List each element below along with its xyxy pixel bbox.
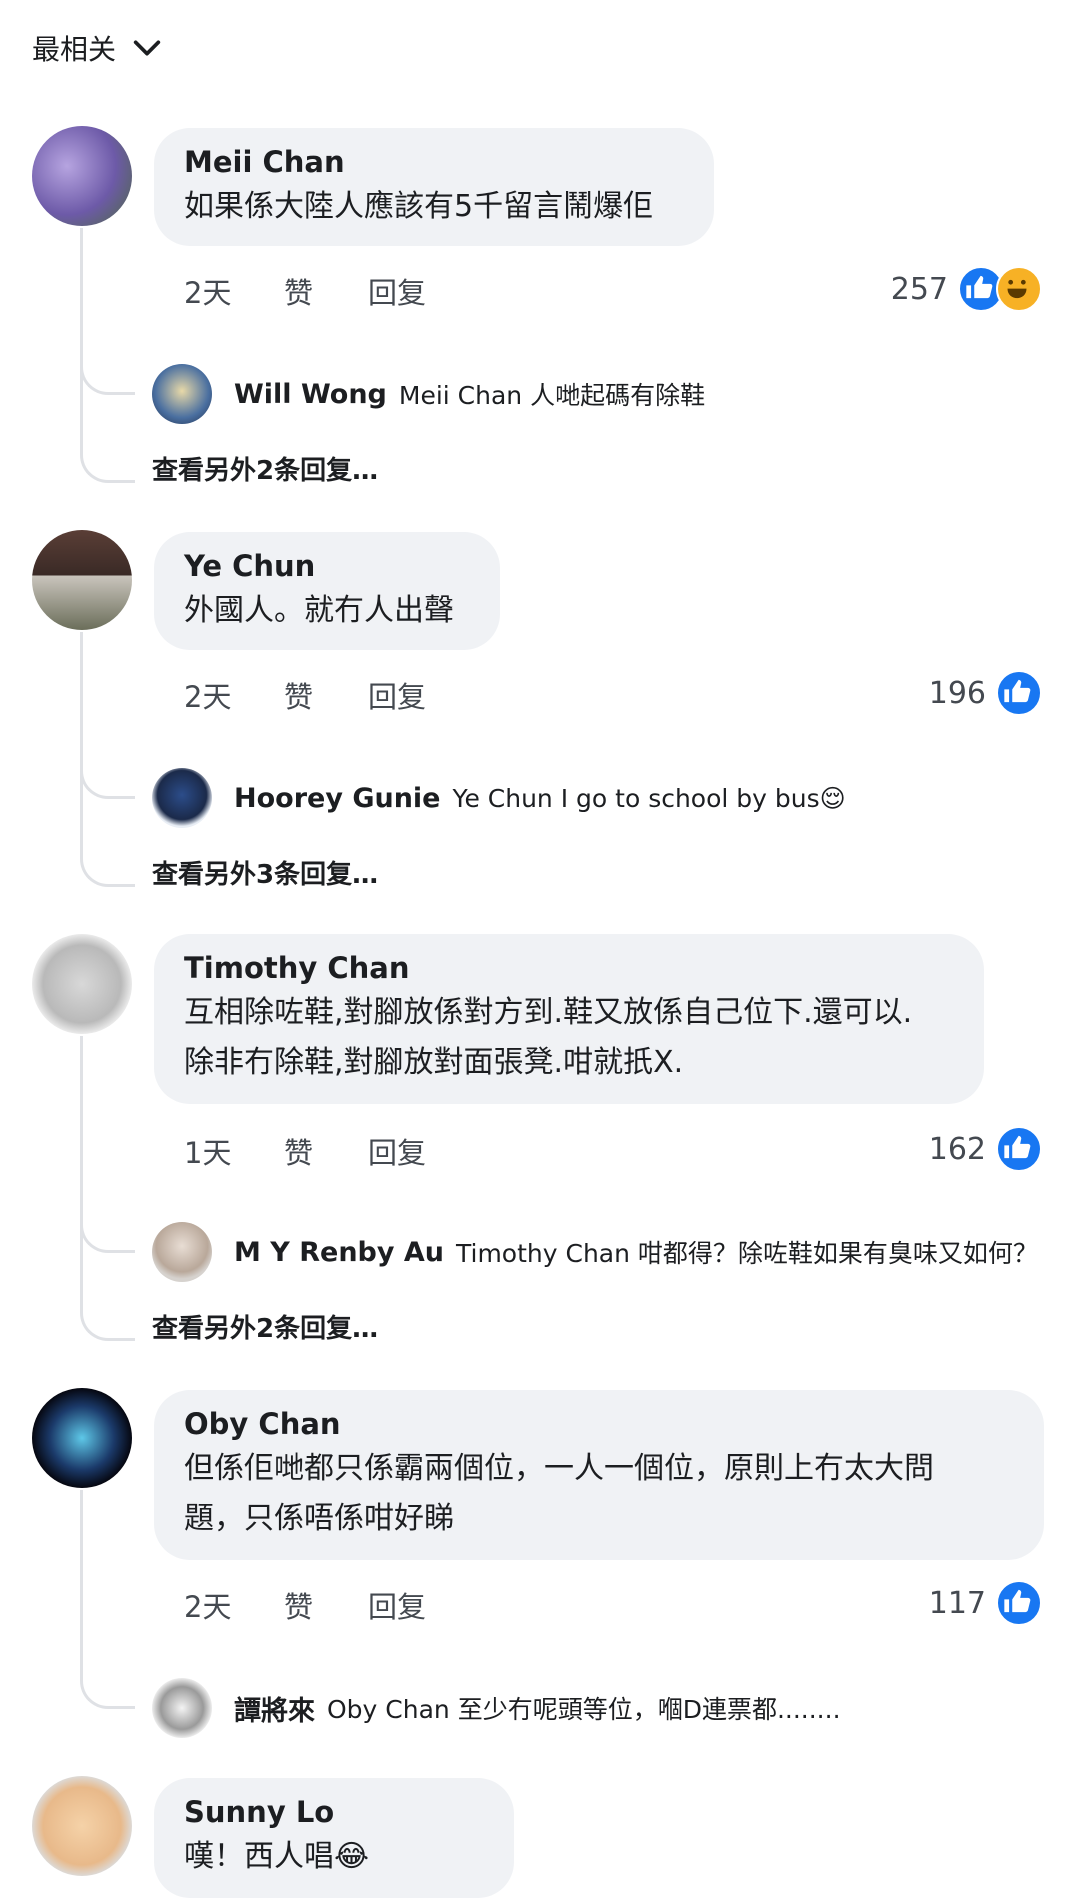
like-icon (996, 1126, 1042, 1172)
view-more-replies[interactable]: 查看另外2条回复… (152, 1308, 378, 1345)
reply-button[interactable]: 回复 (368, 1584, 426, 1626)
comment-author[interactable]: Meii Chan (184, 142, 684, 182)
reply-text: Timothy Chan 咁都得？除咗鞋如果有臭味又如何？ (456, 1239, 1038, 1268)
reply-connector (80, 1220, 135, 1253)
reply-connector (80, 1676, 135, 1709)
reaction-count: 196 (928, 675, 986, 711)
comment-text-line-2: 題，只係唔係咁好睇 (184, 1501, 454, 1536)
reply-text: Meii Chan 人哋起碼有除鞋 (398, 381, 706, 410)
reaction-summary[interactable]: 196 (929, 670, 1042, 716)
reply-text: Ye Chun I go to school by bus😌 (452, 783, 846, 813)
reply-text: Oby Chan 至少冇呢頭等位，嗰D連票都........ (327, 1695, 841, 1724)
reply-button[interactable]: 回复 (368, 270, 426, 312)
like-button[interactable]: 赞 (284, 674, 368, 716)
reply-button[interactable]: 回复 (368, 674, 426, 716)
comment-actions: 1天 赞 回复 (184, 1130, 426, 1172)
reply-avatar[interactable] (152, 768, 212, 828)
reaction-count: 162 (928, 1131, 986, 1167)
comment-author[interactable]: Sunny Lo (184, 1792, 484, 1832)
more-connector (80, 834, 135, 887)
reply-author[interactable]: Hoorey Gunie (234, 783, 441, 814)
comment-bubble: Oby Chan 但係佢哋都只係霸兩個位，一人一個位，原則上冇太大問 題，只係唔… (154, 1390, 1044, 1560)
reply-button[interactable]: 回复 (368, 1130, 426, 1172)
avatar[interactable] (32, 126, 132, 226)
reply-author[interactable]: 譚將來 (234, 1689, 315, 1728)
reply-avatar[interactable] (152, 1678, 212, 1738)
comment-actions: 2天 赞 回复 (184, 674, 426, 716)
reply-preview[interactable]: 譚將來 Oby Chan 至少冇呢頭等位，嗰D連票都........ (152, 1678, 841, 1738)
comment-time[interactable]: 2天 (184, 674, 284, 716)
comment-actions: 2天 赞 回复 (184, 270, 426, 312)
comment-text-line-2: 除非冇除鞋,對腳放對面張凳.咁就扺X. (184, 1045, 684, 1080)
reaction-count: 117 (928, 1585, 986, 1621)
comment-bubble: Timothy Chan 互相除咗鞋,對腳放係對方到.鞋又放係自己位下.還可以.… (154, 934, 984, 1104)
more-connector (80, 1288, 135, 1341)
avatar[interactable] (32, 530, 132, 630)
reply-connector (80, 362, 135, 395)
comment-text: 如果係大陸人應該有5千留言鬧爆佢 (184, 189, 654, 224)
comment-text-line-1: 但係佢哋都只係霸兩個位，一人一個位，原則上冇太大問 (184, 1451, 934, 1486)
like-button[interactable]: 赞 (284, 1130, 368, 1172)
reply-author[interactable]: M Y Renby Au (234, 1237, 444, 1268)
view-more-replies[interactable]: 查看另外3条回复… (152, 854, 378, 891)
reply-connector (80, 766, 135, 799)
comment-actions: 2天 赞 回复 (184, 1584, 426, 1626)
comment-author[interactable]: Ye Chun (184, 546, 470, 586)
thread-line (80, 1036, 83, 1298)
chevron-down-icon (133, 40, 161, 56)
reply-preview[interactable]: Will Wong Meii Chan 人哋起碼有除鞋 (152, 364, 705, 424)
like-icon (996, 670, 1042, 716)
reply-preview[interactable]: M Y Renby Au Timothy Chan 咁都得？除咗鞋如果有臭味又如… (152, 1222, 1038, 1282)
comment-text-line-1: 互相除咗鞋,對腳放係對方到.鞋又放係自己位下.還可以. (184, 995, 913, 1030)
reaction-summary[interactable]: 257 (891, 266, 1042, 312)
sort-dropdown[interactable]: 最相关 (32, 28, 164, 68)
reaction-count: 257 (890, 271, 948, 307)
reply-avatar[interactable] (152, 1222, 212, 1282)
sort-label: 最相关 (32, 33, 117, 66)
more-connector (80, 430, 135, 483)
comment-text: 外國人。就冇人出聲 (184, 593, 454, 628)
comment-author[interactable]: Timothy Chan (184, 948, 954, 988)
comment-author[interactable]: Oby Chan (184, 1404, 1014, 1444)
avatar[interactable] (32, 1388, 132, 1488)
reply-avatar[interactable] (152, 364, 212, 424)
comment-time[interactable]: 2天 (184, 1584, 284, 1626)
comment-time[interactable]: 1天 (184, 1130, 284, 1172)
thread-line (80, 228, 83, 440)
view-more-replies[interactable]: 查看另外2条回复… (152, 450, 378, 487)
comment-bubble: Ye Chun 外國人。就冇人出聲 (154, 532, 500, 650)
like-button[interactable]: 赞 (284, 1584, 368, 1626)
thread-line (80, 1490, 83, 1680)
comment-time[interactable]: 2天 (184, 270, 284, 312)
thread-line (80, 632, 83, 844)
reaction-summary[interactable]: 117 (929, 1580, 1042, 1626)
reaction-summary[interactable]: 162 (929, 1126, 1042, 1172)
like-icon (996, 1580, 1042, 1626)
like-button[interactable]: 赞 (284, 270, 368, 312)
comment-text: 嘆！西人唱😂 (184, 1839, 370, 1874)
comment-bubble: Meii Chan 如果係大陸人應該有5千留言鬧爆佢 (154, 128, 714, 246)
reply-author[interactable]: Will Wong (234, 379, 387, 410)
comment-bubble: Sunny Lo 嘆！西人唱😂 (154, 1778, 514, 1898)
avatar[interactable] (32, 1776, 132, 1876)
reply-preview[interactable]: Hoorey Gunie Ye Chun I go to school by b… (152, 768, 846, 828)
avatar[interactable] (32, 934, 132, 1034)
haha-icon (996, 266, 1042, 312)
